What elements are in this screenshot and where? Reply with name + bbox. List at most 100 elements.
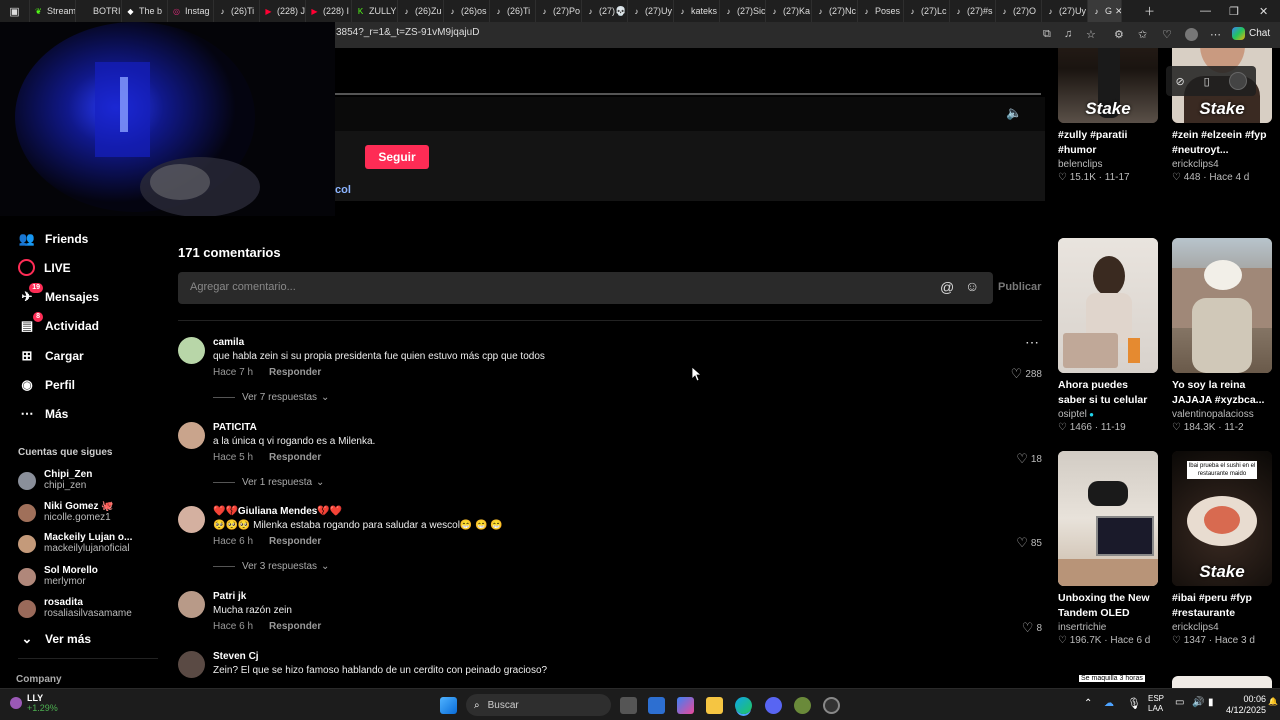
video-author[interactable]: erickclips4 xyxy=(1172,622,1272,633)
close-window-button[interactable]: ✕ xyxy=(1259,0,1268,22)
profile-avatar-icon[interactable] xyxy=(1185,28,1198,41)
recommended-video-card[interactable]: Unboxing the New Tandem OLED ROG...inser… xyxy=(1058,451,1158,646)
volume-icon[interactable]: 🔈 xyxy=(1006,105,1022,121)
following-account[interactable]: Chipi_Zen chipi_zen xyxy=(18,469,92,492)
discord-icon[interactable] xyxy=(765,697,782,714)
following-account[interactable]: Mackeily Lujan o... mackeilylujanoficial xyxy=(18,532,132,555)
like-button[interactable]: ♡ 288 xyxy=(1011,366,1042,382)
sidebar-item-friends[interactable]: 👥 Friends xyxy=(18,230,88,248)
comment-author[interactable]: Steven Cj xyxy=(213,651,259,662)
mic-icon[interactable]: 🎙 xyxy=(1127,697,1141,710)
reply-button[interactable]: Responder xyxy=(269,367,321,378)
recommended-video-card[interactable]: Ahora puedes saber si tu celular no está… xyxy=(1058,238,1158,433)
comment-author[interactable]: PATICITA xyxy=(213,422,257,433)
open-in-app-icon[interactable]: ⧉ xyxy=(1043,28,1051,41)
partial-thumbnail[interactable] xyxy=(1172,676,1272,688)
taskbar-search[interactable]: ⌕ Buscar xyxy=(466,694,611,716)
sidebar-item-actividad[interactable]: ▤ 8 Actividad xyxy=(18,312,99,335)
like-button[interactable]: ♡ 85 xyxy=(1016,535,1042,551)
browser-tab[interactable]: ❦ Stream xyxy=(30,0,76,22)
following-account[interactable]: rosadita rosaliasilvasamame xyxy=(18,597,132,620)
read-aloud-icon[interactable]: ♫ xyxy=(1064,28,1072,40)
comment-author[interactable]: ❤️💔Giuliana Mendes💔❤️ xyxy=(213,506,342,517)
notification-icon[interactable]: 🔔 xyxy=(1268,697,1278,706)
sidebar-item-live[interactable]: LIVE xyxy=(18,259,71,276)
video-title[interactable]: Unboxing the New Tandem OLED ROG... xyxy=(1058,591,1158,621)
publish-button[interactable]: Publicar xyxy=(998,281,1041,293)
browser-tab[interactable]: ♪ (27)O xyxy=(996,0,1042,22)
view-replies-button[interactable]: Ver 7 respuestas ⌄ xyxy=(213,392,329,403)
avatar[interactable] xyxy=(178,422,205,449)
browser-tab[interactable]: ♪ (27)Nc xyxy=(812,0,858,22)
avatar[interactable] xyxy=(178,506,205,533)
xbox-icon[interactable] xyxy=(794,697,811,714)
minimize-button[interactable]: — xyxy=(1200,0,1211,22)
recommended-video-card[interactable]: Ibai prueba el sushi en el restaurante m… xyxy=(1172,451,1272,646)
video-thumbnail[interactable]: Ibai prueba el sushi en el restaurante m… xyxy=(1172,451,1272,586)
store-icon[interactable] xyxy=(648,697,665,714)
mention-icon[interactable]: @ xyxy=(940,279,954,295)
following-account[interactable]: Niki Gomez 🐙 nicolle.gomez1 xyxy=(18,501,114,524)
avatar[interactable] xyxy=(178,337,205,364)
task-view-icon[interactable] xyxy=(620,697,637,714)
picture-in-picture-video[interactable] xyxy=(0,22,335,216)
pip-icon[interactable]: ⊘ xyxy=(1175,75,1184,88)
browser-tab[interactable]: ♪ (27)Uy xyxy=(1042,0,1088,22)
reply-button[interactable]: Responder xyxy=(269,621,321,632)
language-indicator[interactable]: ESP LAA xyxy=(1148,694,1164,714)
maximize-button[interactable]: ❐ xyxy=(1229,0,1239,22)
copilot-app-icon[interactable] xyxy=(677,697,694,714)
like-button[interactable]: ♡ 18 xyxy=(1016,451,1042,467)
video-author[interactable]: valentinopalacioss xyxy=(1172,409,1272,420)
like-button[interactable]: ♡ 8 xyxy=(1022,620,1042,636)
recommended-video-card[interactable]: Yo soy la reina JAJAJA #xyzbca... valenti… xyxy=(1172,238,1272,433)
avatar[interactable] xyxy=(178,651,205,678)
browser-tab[interactable]: ◎ Instag xyxy=(168,0,214,22)
edge-icon[interactable] xyxy=(735,697,752,714)
browser-tab[interactable]: BOTRI xyxy=(76,0,122,22)
emoji-icon[interactable]: ☺ xyxy=(965,278,979,294)
new-tab-button[interactable]: ＋ xyxy=(1144,0,1155,22)
stock-widget[interactable]: LLY +1.29% xyxy=(10,693,58,713)
browser-tab[interactable]: ▶ (228) I xyxy=(306,0,352,22)
reply-button[interactable]: Responder xyxy=(269,536,321,547)
sidebar-item-cargar[interactable]: ⊞ Cargar xyxy=(18,347,84,365)
following-account[interactable]: Sol Morello merlymor xyxy=(18,565,98,588)
video-progress-bar[interactable] xyxy=(335,93,1041,95)
browser-tab[interactable]: ♪ (27)Po xyxy=(536,0,582,22)
obs-icon[interactable] xyxy=(823,697,840,714)
onedrive-icon[interactable]: ☁ xyxy=(1104,698,1114,709)
video-author[interactable]: belenclips xyxy=(1058,159,1158,170)
comment-input[interactable]: Agregar comentario... @ ☺ xyxy=(178,272,993,304)
copilot-button[interactable]: Chat xyxy=(1232,27,1270,40)
video-title[interactable]: #zully #paratii #humor xyxy=(1058,128,1158,158)
video-author[interactable]: erickclips4 xyxy=(1172,159,1272,170)
video-title[interactable]: #ibai #peru #fyp #restaurante #maido xyxy=(1172,591,1272,621)
avatar-icon[interactable] xyxy=(1228,72,1247,90)
company-link[interactable]: Company xyxy=(16,674,62,685)
video-author[interactable]: osiptel ● xyxy=(1058,409,1158,420)
browser-tab[interactable]: ♪ (26)Ti xyxy=(490,0,536,22)
favorite-star-icon[interactable]: ☆ xyxy=(1086,28,1096,41)
sidebar-item-más[interactable]: ⋯ Más xyxy=(18,405,69,423)
collections-icon[interactable]: ♡ xyxy=(1162,28,1172,41)
browser-tab[interactable]: ♪ (26)Zu xyxy=(398,0,444,22)
sidebar-item-perfil[interactable]: ◉ Perfil xyxy=(18,376,75,394)
see-more-button[interactable]: ⌄ Ver más xyxy=(18,630,92,648)
favorites-icon[interactable]: ✩ xyxy=(1138,28,1147,41)
close-tab-icon[interactable]: ✕ xyxy=(1115,6,1121,17)
video-thumbnail[interactable]: Stake xyxy=(1058,48,1158,123)
browser-tab[interactable]: ♪ (27)Sic xyxy=(720,0,766,22)
phone-icon[interactable]: ▯ xyxy=(1204,75,1210,88)
browser-tab[interactable]: ♪ (27)#s xyxy=(950,0,996,22)
browser-tab[interactable]: K ZULLY xyxy=(352,0,398,22)
comment-more-icon[interactable]: ⋯ xyxy=(1025,334,1040,351)
browser-tab[interactable]: ♪ (26)Ti xyxy=(214,0,260,22)
extensions-icon[interactable]: ⚙ xyxy=(1114,28,1124,41)
browser-tab[interactable]: ♪ (27)Ka xyxy=(766,0,812,22)
video-thumbnail[interactable] xyxy=(1058,451,1158,586)
reply-button[interactable]: Responder xyxy=(269,452,321,463)
video-thumbnail[interactable] xyxy=(1172,238,1272,373)
browser-tab[interactable]: ▶ (228) J xyxy=(260,0,306,22)
view-replies-button[interactable]: Ver 3 respuestas ⌄ xyxy=(213,561,329,572)
